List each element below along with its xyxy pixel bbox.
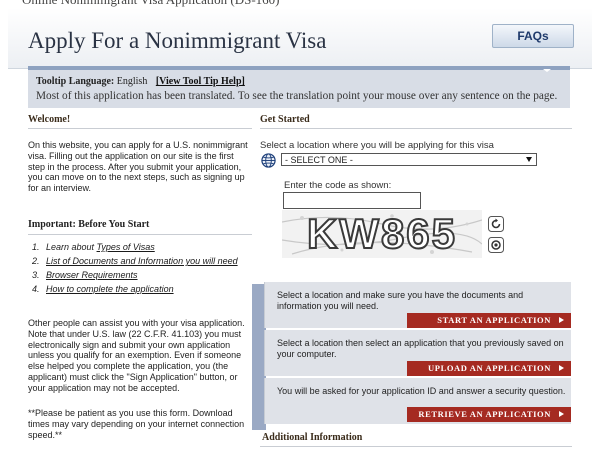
location-select[interactable]: - SELECT ONE - — [281, 153, 537, 166]
chevron-down-icon — [526, 157, 532, 162]
welcome-divider — [28, 128, 252, 129]
location-label: Select a location where you will be appl… — [260, 140, 494, 151]
assist-text: Other people can assist you with your vi… — [28, 318, 245, 393]
refresh-icon[interactable] — [488, 216, 504, 232]
translation-note: Most of this application has been transl… — [36, 90, 558, 102]
captcha-code-input[interactable] — [283, 192, 421, 209]
additional-information-heading: Additional Information — [262, 432, 363, 443]
list-item: 2. List of Documents and Information you… — [32, 256, 238, 266]
window-title-strip: Online Nonimmigrant Visa Application (DS… — [0, 0, 600, 8]
browser-requirements-link[interactable]: Browser Requirements — [46, 270, 138, 280]
get-started-heading: Get Started — [260, 114, 310, 125]
patience-text: **Please be patient as you use this form… — [28, 408, 245, 440]
page-title: Apply For a Nonimmigrant Visa — [28, 28, 327, 53]
upload-application-button[interactable]: UPLOAD AN APPLICATION — [407, 361, 571, 376]
upload-application-text: Select a location then select an applica… — [277, 338, 564, 359]
important-divider — [28, 234, 252, 235]
upload-application-panel: Select a location then select an applica… — [264, 330, 571, 376]
code-label: Enter the code as shown: — [284, 180, 392, 191]
how-to-complete-link[interactable]: How to complete the application — [46, 284, 174, 294]
faqs-button[interactable]: FAQs — [492, 24, 574, 48]
globe-icon — [261, 153, 276, 168]
list-item: 4. How to complete the application — [32, 284, 174, 294]
collapse-tab-icon[interactable] — [532, 66, 562, 72]
important-heading: Important: Before You Start — [28, 219, 150, 230]
before-you-start-list: 1. Learn about Types of Visas 2. List of… — [28, 242, 252, 298]
page-header: Apply For a Nonimmigrant Visa FAQs — [8, 8, 592, 69]
caret-right-icon — [559, 365, 564, 371]
retrieve-application-panel: You will be asked for your application I… — [264, 378, 571, 424]
retrieve-application-text: You will be asked for your application I… — [277, 386, 566, 396]
tooltip-language-line: Tooltip Language: English [View Tool Tip… — [36, 76, 245, 87]
captcha-image: KW865 — [282, 210, 482, 258]
get-started-divider — [260, 128, 572, 129]
list-item: 3. Browser Requirements — [32, 270, 138, 280]
start-application-text: Select a location and make sure you have… — [277, 290, 524, 311]
types-of-visas-link[interactable]: Types of Visas — [97, 242, 155, 252]
start-application-panel: Select a location and make sure you have… — [264, 282, 571, 328]
tooltip-language-value: English — [116, 76, 148, 87]
caret-right-icon — [559, 317, 564, 323]
start-application-button[interactable]: START AN APPLICATION — [407, 313, 571, 328]
welcome-text: On this website, you can apply for a U.S… — [28, 140, 248, 194]
tooltip-language-label: Tooltip Language: — [36, 76, 115, 87]
window-title: Online Nonimmigrant Visa Application (DS… — [22, 0, 280, 8]
tooltip-language-bar: Tooltip Language: English [View Tool Tip… — [28, 66, 570, 108]
welcome-heading: Welcome! — [28, 114, 71, 125]
documents-list-link[interactable]: List of Documents and Information you wi… — [46, 256, 238, 266]
view-tooltip-help-link[interactable]: [View Tool Tip Help] — [156, 76, 245, 87]
location-selected-value: - SELECT ONE - — [285, 155, 353, 165]
retrieve-application-button[interactable]: RETRIEVE AN APPLICATION — [407, 407, 571, 422]
additional-divider — [260, 446, 572, 447]
caret-right-icon — [559, 411, 564, 417]
captcha-text: KW865 — [307, 210, 457, 257]
list-item: 1. Learn about Types of Visas — [32, 242, 155, 252]
audio-icon[interactable] — [488, 237, 504, 253]
